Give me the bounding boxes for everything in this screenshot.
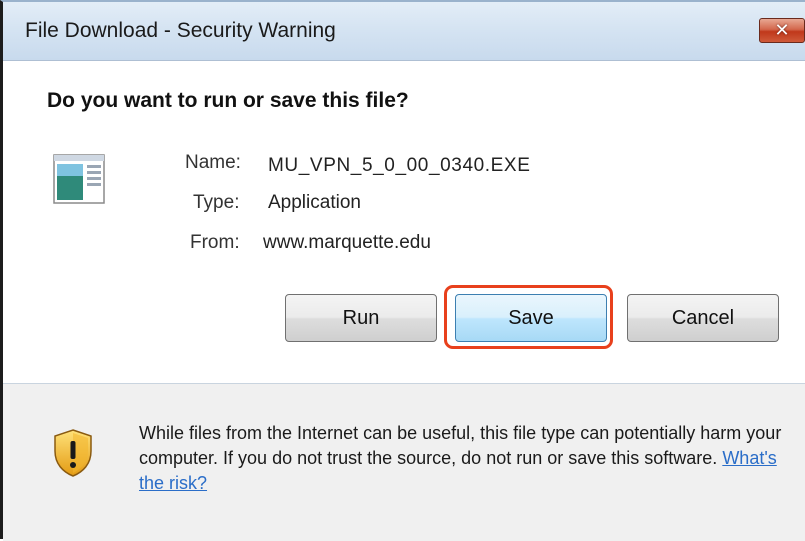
security-warning-dialog: File Download - Security Warning ✕ Do yo… <box>0 0 805 541</box>
type-label: Type: <box>193 192 240 213</box>
warning-footer: While files from the Internet can be use… <box>3 384 805 541</box>
name-label: Name: <box>185 152 241 173</box>
save-button[interactable]: Save <box>455 294 607 342</box>
warning-message: While files from the Internet can be use… <box>139 421 789 496</box>
application-file-icon <box>53 154 105 204</box>
warning-shield-icon <box>54 429 92 477</box>
run-button[interactable]: Run <box>285 294 437 342</box>
dialog-content: Do you want to run or save this file? Na… <box>3 61 805 383</box>
warning-text: While files from the Internet can be use… <box>139 423 782 468</box>
close-button[interactable]: ✕ <box>759 18 805 43</box>
window-title: File Download - Security Warning <box>25 19 336 42</box>
file-type-value: Application <box>268 192 361 213</box>
cancel-button[interactable]: Cancel <box>627 294 779 342</box>
title-bar[interactable]: File Download - Security Warning ✕ <box>3 2 805 61</box>
close-icon: ✕ <box>774 20 790 41</box>
file-name-value: MU_VPN_5_0_00_0340.EXE <box>268 155 531 176</box>
file-source-value: www.marquette.edu <box>263 232 431 253</box>
dialog-question: Do you want to run or save this file? <box>47 89 409 112</box>
from-label: From: <box>190 232 240 253</box>
